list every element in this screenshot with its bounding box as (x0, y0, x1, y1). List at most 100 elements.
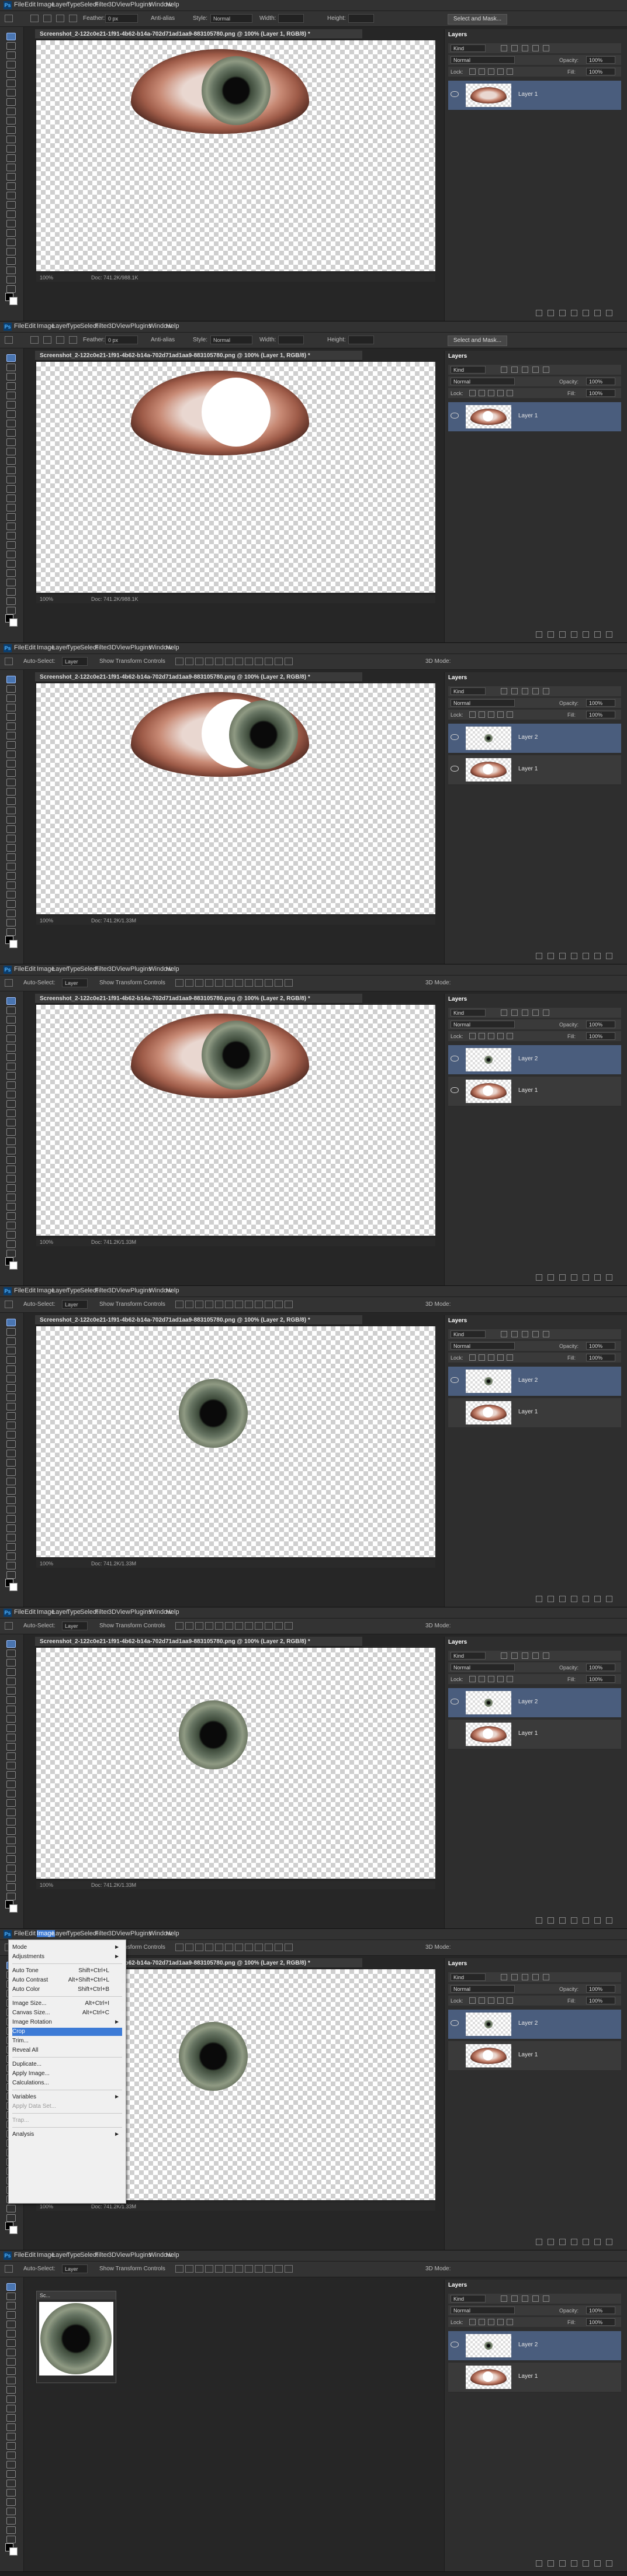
kind-filter[interactable]: Kind (451, 1652, 486, 1659)
auto-select-checkbox[interactable]: Auto-Select: (23, 658, 55, 665)
zoom-level[interactable]: 100% (40, 1560, 53, 1568)
background-color-swatch[interactable] (9, 297, 18, 305)
tool-icon[interactable] (6, 910, 16, 917)
show-transform-checkbox[interactable]: Show Transform Controls (99, 1301, 165, 1308)
new-layer-icon[interactable] (594, 631, 601, 638)
document-tab[interactable]: Screenshot_2-122c0e21-1f91-4b62-b14a-702… (35, 672, 362, 682)
selection-mode-icon[interactable] (30, 336, 39, 344)
tool-icon[interactable] (6, 1468, 16, 1476)
mask-icon[interactable] (559, 1274, 566, 1281)
align-icon[interactable] (245, 2265, 253, 2273)
align-icon[interactable] (245, 1622, 253, 1630)
tool-preset-icon[interactable] (5, 979, 13, 987)
link-icon[interactable] (536, 631, 542, 638)
menu-item-auto-color[interactable]: Auto Color Shift+Ctrl+B (12, 1986, 122, 1994)
tool-icon[interactable] (6, 1403, 16, 1410)
tool-icon[interactable] (6, 2367, 16, 2375)
layers-tab[interactable]: Layers (448, 675, 467, 681)
tool-icon[interactable] (6, 504, 16, 511)
tool-icon[interactable] (6, 891, 16, 898)
tool-icon[interactable] (6, 807, 16, 814)
tool-icon[interactable] (6, 2377, 16, 2384)
tool-icon[interactable] (6, 2470, 16, 2478)
tool-icon[interactable] (6, 2311, 16, 2319)
auto-select-dropdown[interactable]: Layer (62, 978, 88, 987)
tool-icon[interactable] (6, 1706, 16, 1713)
lock-icon[interactable] (497, 390, 504, 396)
photoshop-logo-icon[interactable]: Ps (4, 1, 12, 9)
opacity-input[interactable]: 100% (586, 699, 615, 707)
blend-mode-dropdown[interactable]: Normal (451, 1342, 515, 1350)
tool-icon[interactable] (6, 1855, 16, 1863)
canvas[interactable] (36, 40, 435, 271)
tool-icon[interactable] (6, 457, 16, 465)
filter-icon[interactable] (501, 1331, 507, 1337)
tool-icon[interactable] (6, 797, 16, 805)
tool-icon[interactable] (6, 1337, 16, 1345)
mask-icon[interactable] (559, 1917, 566, 1924)
menu-layer[interactable]: Layer (52, 1930, 68, 1937)
height-input[interactable] (348, 14, 374, 23)
zoom-level[interactable]: 100% (40, 1238, 53, 1246)
menu-item-duplicate[interactable]: Duplicate... (12, 2060, 122, 2069)
menu-3d[interactable]: 3D (108, 966, 116, 973)
align-icon[interactable] (185, 2265, 193, 2273)
background-color-swatch[interactable] (9, 618, 18, 627)
tool-icon[interactable] (6, 1156, 16, 1164)
photoshop-logo-icon[interactable]: Ps (4, 1287, 12, 1295)
layer-row[interactable]: Layer 2 (448, 1688, 621, 1718)
tool-icon[interactable] (6, 900, 16, 908)
tool-icon[interactable] (6, 1459, 16, 1467)
align-icon[interactable] (225, 2265, 233, 2273)
eye-visibility-icon[interactable] (451, 1056, 459, 1061)
tool-icon[interactable] (6, 732, 16, 739)
trash-icon[interactable] (606, 953, 612, 959)
lock-icon[interactable] (469, 1997, 476, 2004)
eye-visibility-icon[interactable] (451, 91, 459, 97)
menu-view[interactable]: View (116, 644, 130, 651)
tool-icon[interactable] (6, 2214, 16, 2222)
tool-icon[interactable] (6, 2386, 16, 2394)
select-and-mask-button[interactable]: Select and Mask... (448, 336, 507, 346)
opacity-input[interactable]: 100% (586, 2307, 615, 2314)
tool-icon[interactable] (6, 532, 16, 540)
move-tool-icon[interactable] (6, 2283, 16, 2291)
tool-icon[interactable] (6, 1752, 16, 1760)
filter-icon[interactable] (532, 1331, 539, 1337)
photoshop-logo-icon[interactable]: Ps (4, 1609, 12, 1617)
align-icon[interactable] (175, 1944, 183, 1951)
menu-help[interactable]: Help (166, 323, 179, 330)
menu-layer[interactable]: Layer (52, 1, 68, 8)
lock-icon[interactable] (497, 1033, 504, 1039)
tool-icon[interactable] (6, 1478, 16, 1485)
layer-name[interactable]: Layer 1 (518, 1409, 538, 1415)
menu-view[interactable]: View (116, 966, 130, 973)
tool-icon[interactable] (6, 881, 16, 889)
tool-icon[interactable] (6, 779, 16, 786)
menu-edit[interactable]: Edit (25, 966, 36, 973)
tool-icon[interactable] (6, 560, 16, 568)
filter-icon[interactable] (522, 688, 528, 694)
fx-icon[interactable] (548, 631, 554, 638)
link-icon[interactable] (536, 2560, 542, 2567)
tool-icon[interactable] (6, 1696, 16, 1704)
menu-plugins[interactable]: Plugins (130, 2252, 151, 2259)
eye-visibility-icon[interactable] (451, 413, 459, 419)
align-icon[interactable] (275, 658, 283, 665)
align-icon[interactable] (285, 658, 293, 665)
tool-icon[interactable] (6, 420, 16, 427)
align-icon[interactable] (205, 1944, 213, 1951)
menu-view[interactable]: View (116, 2252, 130, 2259)
tool-icon[interactable] (6, 495, 16, 502)
filter-icon[interactable] (511, 1974, 518, 1980)
filter-icon[interactable] (501, 688, 507, 694)
tool-icon[interactable] (6, 136, 16, 143)
tool-icon[interactable] (6, 267, 16, 274)
tool-icon[interactable] (6, 2442, 16, 2450)
tool-icon[interactable] (6, 1790, 16, 1797)
menu-filter[interactable]: Filter (95, 1287, 109, 1294)
align-icon[interactable] (195, 979, 203, 987)
menu-filter[interactable]: Filter (95, 2252, 109, 2259)
style-dropdown[interactable]: Normal (210, 14, 252, 23)
mask-icon[interactable] (559, 953, 566, 959)
